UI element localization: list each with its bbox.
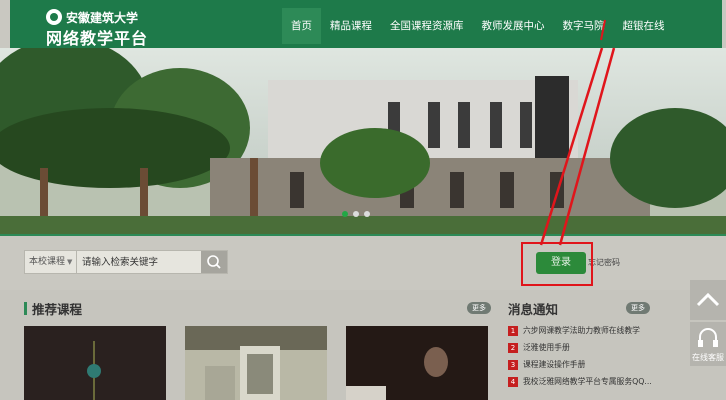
- nav-item-digital-marxism[interactable]: 数字马院: [554, 8, 614, 44]
- nav-item-teacher-development[interactable]: 教师发展中心: [473, 8, 554, 44]
- building-window: [490, 102, 502, 148]
- slide-dot[interactable]: [353, 211, 359, 217]
- logo-university-name: 安徽建筑大学: [66, 11, 139, 25]
- news-title: 消息通知: [508, 302, 559, 317]
- university-emblem-icon: [46, 9, 62, 25]
- news-text: 六步网课教学法助力教师在线教学: [523, 326, 640, 335]
- course-search: 本校课程 ▼: [24, 250, 228, 274]
- search-icon: [207, 255, 221, 269]
- main-nav: 首页 精品课程 全国课程资源库 教师发展中心 数字马院 超银在线: [282, 8, 674, 44]
- tree-trunk: [40, 168, 48, 218]
- news-list: 1 六步网课教学法助力教师在线教学 2 泛雅使用手册 3 课程建设操作手册 4 …: [508, 322, 668, 390]
- top-navbar: 安徽建筑大学 网络教学平台 首页 精品课程 全国课程资源库 教师发展中心 数字马…: [10, 0, 722, 48]
- search-scope-select[interactable]: 本校课程 ▼: [25, 251, 77, 273]
- news-number: 3: [508, 359, 518, 370]
- building-window: [458, 102, 470, 148]
- list-item[interactable]: 1 六步网课教学法助力教师在线教学: [508, 322, 668, 339]
- building-window: [450, 172, 464, 208]
- section-title-marker: [24, 302, 27, 315]
- search-scope-label: 本校课程: [29, 257, 66, 267]
- list-item[interactable]: 3 课程建设操作手册: [508, 356, 668, 373]
- course-thumbnail: [24, 326, 166, 400]
- building-window: [428, 102, 440, 148]
- banner-tree: [0, 108, 230, 188]
- logo-platform-name: 网络教学平台: [46, 29, 149, 48]
- course-thumbnail: [185, 326, 327, 400]
- list-item[interactable]: 2 泛雅使用手册: [508, 339, 668, 356]
- course-thumbnail: [346, 326, 488, 400]
- search-button[interactable]: [201, 251, 227, 273]
- news-number: 4: [508, 376, 518, 387]
- building-window: [290, 172, 304, 208]
- building-window: [550, 172, 564, 208]
- news-more-button[interactable]: 更多: [626, 302, 650, 314]
- online-help-label: 在线客服: [692, 353, 724, 362]
- banner-pagination: [342, 211, 370, 217]
- back-to-top-button[interactable]: [690, 280, 726, 320]
- nav-item-featured-courses[interactable]: 精品课程: [321, 8, 381, 44]
- nav-item-online[interactable]: 超银在线: [614, 8, 674, 44]
- hero-banner[interactable]: [0, 48, 726, 236]
- nav-item-home[interactable]: 首页: [282, 8, 321, 44]
- online-help-button[interactable]: 在线客服: [690, 322, 726, 366]
- recommended-title: 推荐课程: [32, 302, 83, 317]
- tree-trunk: [250, 158, 258, 218]
- list-item[interactable]: 4 我校泛雅网络教学平台专属服务QQ...: [508, 373, 668, 390]
- chevron-up-icon: [696, 292, 720, 307]
- chevron-down-icon: ▼: [67, 258, 73, 266]
- banner-tree: [320, 128, 430, 198]
- course-card[interactable]: [185, 326, 327, 400]
- news-text: 泛雅使用手册: [523, 343, 570, 352]
- building-window: [500, 172, 514, 208]
- search-input[interactable]: [80, 251, 200, 273]
- course-card[interactable]: [346, 326, 488, 400]
- tree-trunk: [140, 168, 148, 218]
- news-text: 我校泛雅网络教学平台专属服务QQ...: [523, 377, 652, 386]
- recommended-more-button[interactable]: 更多: [467, 302, 491, 314]
- banner-ground: [0, 216, 726, 236]
- news-text: 课程建设操作手册: [523, 360, 586, 369]
- news-number: 1: [508, 325, 518, 336]
- building-window: [520, 102, 532, 148]
- slide-dot[interactable]: [364, 211, 370, 217]
- nav-item-national-resources[interactable]: 全国课程资源库: [381, 8, 473, 44]
- login-highlight-box: [521, 242, 593, 286]
- course-card[interactable]: [24, 326, 166, 400]
- search-login-bar: 本校课程▼ 登录 忘记密码: [0, 236, 726, 290]
- news-number: 2: [508, 342, 518, 353]
- slide-dot-active[interactable]: [342, 211, 348, 217]
- headset-icon: [698, 328, 718, 347]
- content-section: 推荐课程 更多 消息通知 更多 1 六步网课教学法助力教师在线教学 2 泛雅使用…: [0, 290, 726, 400]
